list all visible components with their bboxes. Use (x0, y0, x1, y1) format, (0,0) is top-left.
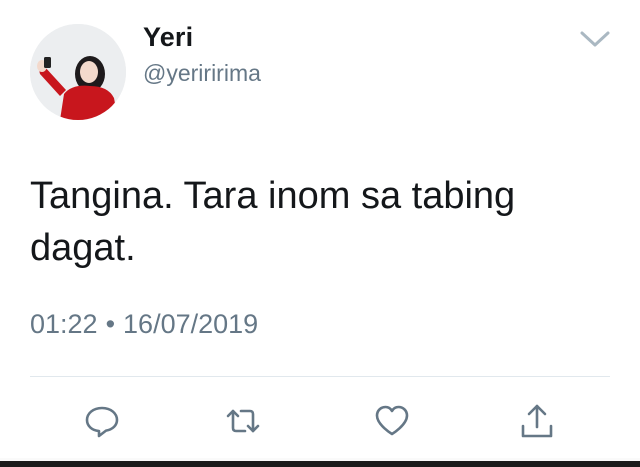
display-name[interactable]: Yeri (143, 22, 193, 53)
reply-icon (85, 406, 119, 438)
tweet-text-line-2: dagat. (30, 227, 136, 269)
screenshot-bottom-edge (0, 458, 640, 467)
timestamp-separator: • (105, 309, 116, 339)
retweet-icon (226, 409, 260, 433)
timestamp[interactable]: 01:22 • 16/07/2019 (30, 309, 258, 340)
share-icon (521, 404, 553, 438)
tweet-date: 16/07/2019 (123, 309, 259, 339)
heart-icon (375, 405, 409, 436)
avatar-photo (30, 24, 126, 120)
like-button[interactable] (373, 402, 411, 440)
tweet-text-line-1: Tangina. Tara inom sa tabing (30, 175, 516, 217)
tweet-card: Yeri @yeriririma Tangina. Tara inom sa t… (0, 0, 640, 467)
chevron-down-icon[interactable] (578, 28, 612, 50)
username-handle[interactable]: @yeriririma (143, 60, 261, 87)
tweet-text: Tangina. Tara inom sa tabing dagat. (30, 170, 610, 274)
retweet-button[interactable] (224, 402, 262, 440)
tweet-time: 01:22 (30, 309, 98, 339)
share-button[interactable] (518, 402, 556, 440)
avatar[interactable] (30, 24, 126, 120)
divider (30, 376, 610, 377)
reply-button[interactable] (83, 402, 121, 440)
